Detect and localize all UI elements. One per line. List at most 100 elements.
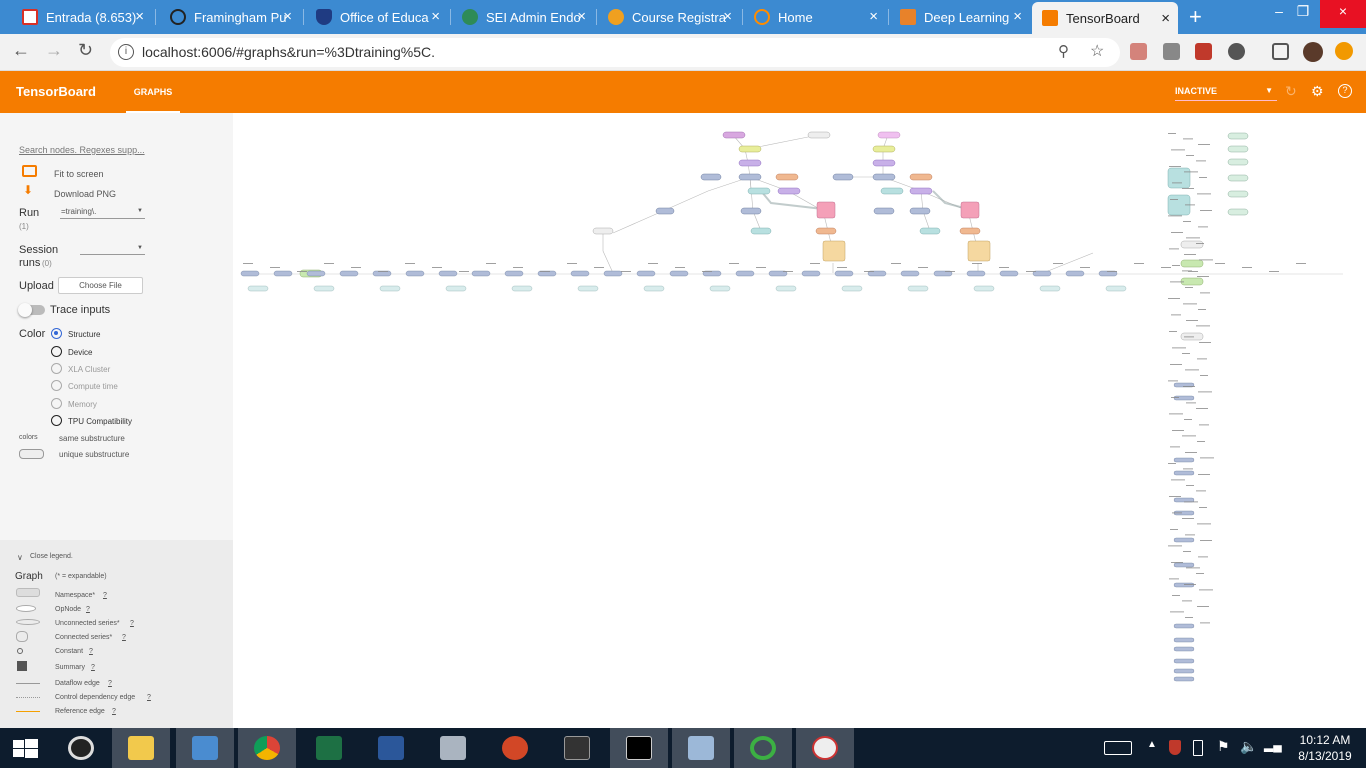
reload-button[interactable]: ↻ (78, 40, 93, 61)
graph-node[interactable] (872, 159, 896, 167)
close-tab-icon[interactable]: × (1013, 9, 1022, 24)
graph-node[interactable] (405, 270, 425, 277)
graph-node[interactable] (669, 270, 689, 277)
taskbar-app-excel[interactable] (300, 728, 358, 768)
pdf-extension-icon[interactable] (1130, 43, 1147, 60)
trace-inputs-toggle[interactable] (18, 303, 45, 317)
back-button[interactable]: ← (12, 40, 30, 61)
graph-node[interactable] (313, 285, 335, 292)
close-window-button[interactable]: × (1320, 0, 1366, 28)
zoom-icon[interactable]: ⚲ (1058, 42, 1069, 60)
close-tab-icon[interactable]: × (283, 9, 292, 24)
run-select[interactable]: =training\. ▼ (60, 207, 145, 219)
graph-node[interactable] (807, 131, 831, 139)
restore-button[interactable]: ❐ (1288, 0, 1318, 28)
legend-help-link[interactable]: ? (103, 592, 107, 599)
graph-node[interactable] (445, 285, 467, 292)
browser-tab-active[interactable]: TensorBoard × (1032, 2, 1178, 34)
browser-tab[interactable]: Deep Learning × (890, 0, 1030, 34)
graph-node[interactable] (1173, 668, 1195, 674)
taskbar-app-control-panel[interactable] (176, 728, 234, 768)
gear-icon[interactable]: ⚙ (1311, 83, 1324, 100)
graph-node[interactable] (960, 201, 980, 219)
color-xla-radio[interactable] (51, 363, 62, 374)
graph-node[interactable] (750, 227, 772, 235)
graph-node[interactable] (247, 285, 269, 292)
folder-extension-icon[interactable] (1163, 43, 1180, 60)
taskbar-app-explorer[interactable] (112, 728, 170, 768)
color-device-radio[interactable] (51, 346, 62, 357)
legend-help-link[interactable]: ? (122, 634, 126, 641)
graph-node[interactable] (747, 187, 771, 195)
graph-node[interactable] (735, 270, 755, 277)
graph-node[interactable] (1173, 646, 1195, 652)
graph-node[interactable] (1180, 277, 1204, 286)
graph-node[interactable] (1173, 497, 1195, 503)
graph-node[interactable] (306, 270, 326, 277)
taskbar-app-powerpoint[interactable] (486, 728, 544, 768)
profile-avatar[interactable] (1303, 42, 1323, 62)
graph-node[interactable] (379, 285, 401, 292)
session-runs-select[interactable]: ▼ (80, 245, 145, 255)
fit-to-screen-button[interactable]: Fit to screen (54, 169, 104, 179)
forward-button[interactable]: → (45, 40, 63, 61)
flag-icon[interactable]: ⚑ (1217, 738, 1230, 755)
legend-help-link[interactable]: ? (130, 620, 134, 627)
plugin-select[interactable]: INACTIVE ▼ (1175, 86, 1277, 101)
shield-icon[interactable] (1169, 740, 1181, 755)
fit-to-screen-icon[interactable] (22, 165, 37, 177)
graph-node[interactable] (877, 131, 901, 139)
graph-node[interactable] (1173, 623, 1195, 629)
tab-graphs[interactable]: GRAPHS (126, 71, 180, 113)
graph-node[interactable] (822, 240, 846, 262)
graph-node[interactable] (1227, 145, 1249, 153)
browser-tab[interactable]: Entrada (8.653) × (12, 0, 152, 34)
graph-node[interactable] (722, 131, 746, 139)
taskbar-app-webcam[interactable] (52, 728, 110, 768)
graph-node[interactable] (592, 227, 614, 235)
start-button[interactable] (0, 728, 50, 768)
wifi-icon[interactable]: ▂▄ (1264, 738, 1282, 752)
graph-node[interactable] (1173, 658, 1195, 664)
graph-node[interactable] (966, 270, 986, 277)
graph-canvas[interactable] (233, 113, 1366, 728)
volume-icon[interactable]: 🔈 (1240, 738, 1257, 755)
update-icon[interactable] (1335, 42, 1353, 60)
chevron-down-icon[interactable]: ∨ (17, 553, 23, 562)
graph-node[interactable] (1227, 132, 1249, 140)
legend-help-link[interactable]: ? (147, 694, 151, 701)
graph-node[interactable] (834, 270, 854, 277)
legend-help-link[interactable]: ? (108, 680, 112, 687)
graph-node[interactable] (1173, 582, 1195, 588)
browser-tab[interactable]: Office of Educa × (306, 0, 448, 34)
graph-node[interactable] (1039, 285, 1061, 292)
download-png-button[interactable]: Download PNG (54, 189, 116, 199)
cast-icon[interactable] (1272, 43, 1289, 60)
close-tab-icon[interactable]: × (135, 9, 144, 24)
graph-node[interactable] (959, 227, 981, 235)
graph-node[interactable] (577, 285, 599, 292)
browser-tab[interactable]: Framingham Pu × (160, 0, 300, 34)
graph-node[interactable] (738, 145, 762, 153)
taskbar-app-terminal[interactable] (548, 728, 606, 768)
graph-node[interactable] (339, 270, 359, 277)
graph-nodes[interactable] (299, 131, 1249, 341)
taskbar-app-gauge[interactable] (796, 728, 854, 768)
taskbar-app-spinner[interactable] (734, 728, 792, 768)
taskbar-app-chrome[interactable] (238, 728, 296, 768)
graph-node[interactable] (775, 173, 799, 181)
graph-node[interactable] (1167, 167, 1191, 189)
graph-node[interactable] (967, 240, 991, 262)
graph-node[interactable] (919, 227, 941, 235)
graph-node[interactable] (907, 285, 929, 292)
new-tab-button[interactable]: + (1189, 4, 1202, 30)
off-extension-icon[interactable] (1195, 43, 1212, 60)
graph-node[interactable] (471, 270, 491, 277)
color-memory-radio[interactable] (51, 398, 62, 409)
taskbar-app-calculator[interactable] (424, 728, 482, 768)
graph-node[interactable] (738, 159, 762, 167)
system-clock[interactable]: 10:12 AM 8/13/2019 (1290, 732, 1360, 764)
graph-node[interactable] (273, 270, 293, 277)
graph-node[interactable] (1173, 676, 1195, 682)
graph-node[interactable] (1173, 562, 1195, 568)
